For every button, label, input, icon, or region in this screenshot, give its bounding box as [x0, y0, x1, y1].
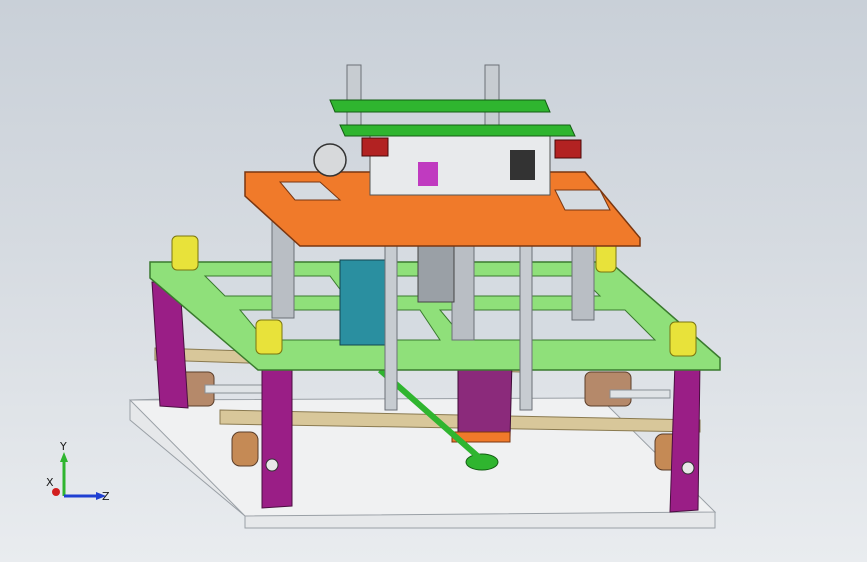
rod-6: [346, 64, 362, 126]
x-axis-label: X: [46, 476, 54, 489]
y-axis-label: Y: [59, 440, 67, 453]
pillow-block-right: [554, 139, 582, 159]
x-axis-dot-icon: [52, 488, 60, 496]
top-belt-2: [339, 124, 576, 137]
motor-right: [584, 371, 632, 407]
spacer-back-left: [171, 235, 199, 271]
stepper-motor: [417, 239, 455, 303]
shaft-left: [204, 384, 266, 394]
cad-viewport[interactable]: Y X Z: [0, 0, 867, 562]
top-belt: [329, 99, 551, 113]
y-axis-arrow-icon: [60, 452, 68, 462]
top-plate-slot-right: [554, 189, 611, 211]
assembly-model[interactable]: [0, 0, 867, 562]
leg-bolt-left: [265, 458, 279, 472]
leg-bolt-right: [681, 461, 695, 475]
rod-7: [484, 64, 500, 126]
drive-block[interactable]: [457, 361, 513, 439]
carriage-window: [510, 150, 535, 180]
z-axis-label: Z: [102, 490, 110, 503]
spacer-front-left: [255, 319, 283, 355]
carriage-magenta: [418, 162, 438, 186]
pillow-block-left: [361, 137, 389, 157]
spacer-front-right: [669, 321, 697, 357]
leg-front-right[interactable]: [669, 361, 701, 513]
axis-triad: Y X Z: [46, 440, 110, 503]
shaft-right: [609, 389, 671, 399]
top-pulley: [313, 143, 347, 177]
leg-front-left[interactable]: [261, 359, 293, 509]
coupler-left: [231, 431, 259, 467]
